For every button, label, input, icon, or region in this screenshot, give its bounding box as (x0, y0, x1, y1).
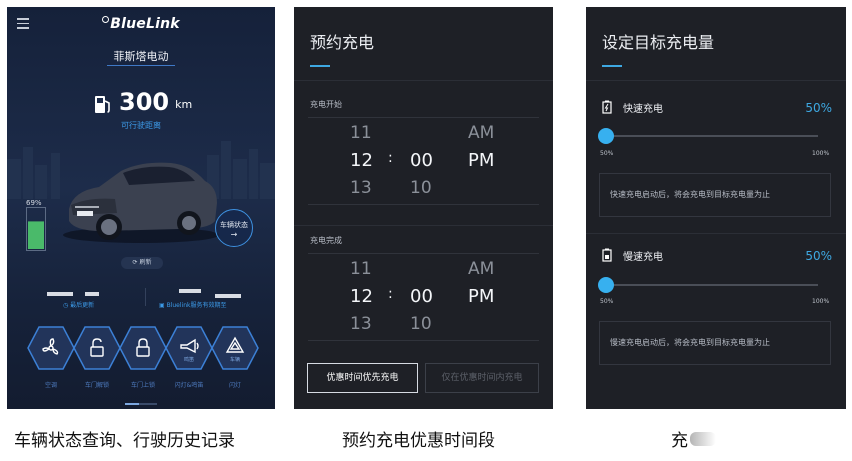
caption-scheduled-charging: 预约充电优惠时间段 (342, 431, 495, 451)
start-hour-next[interactable]: 13 (350, 178, 372, 198)
section-divider (294, 225, 553, 226)
vehicle-status-button[interactable]: 车辆状态 → (215, 209, 253, 247)
charge-end-time-picker[interactable]: 11 12 13 : 00 10 AM PM (308, 253, 539, 341)
slow-max-label: 100% (812, 298, 830, 305)
fast-min-label: 50% (600, 150, 614, 157)
vehicle-name[interactable]: 菲斯塔电动 (7, 48, 275, 64)
horn-icon[interactable]: 鸣笛 (165, 325, 213, 371)
calendar-icon: ▣ (159, 302, 167, 309)
ac-label: 空调 (44, 382, 57, 389)
start-minute-next[interactable]: 10 (410, 178, 432, 198)
end-pm-selected[interactable]: PM (468, 286, 494, 307)
slow-charge-slider-thumb[interactable] (598, 277, 614, 293)
vehicle-name-underline (107, 65, 175, 66)
start-minute-selected[interactable]: 00 (410, 150, 433, 171)
start-am[interactable]: AM (468, 123, 494, 143)
page-title: 设定目标充电量 (602, 33, 715, 52)
remote-control-row: 鸣笛 车辆 (27, 325, 259, 371)
start-pm-selected[interactable]: PM (468, 150, 494, 171)
hazard-icon[interactable]: 车辆 (211, 325, 259, 371)
charge-start-time-picker[interactable]: 11 12 13 : 00 10 AM PM (308, 117, 539, 205)
svg-text:车辆: 车辆 (230, 356, 240, 363)
header-divider (586, 80, 846, 81)
page-title: 预约充电 (310, 33, 375, 52)
service-expiry-label: ▣ Bluelink服务有效期至 (159, 302, 227, 309)
header-divider (294, 80, 553, 81)
caption-vehicle-status: 车辆状态查询、行驶历史记录 (14, 431, 235, 451)
end-minute-next[interactable]: 10 (410, 314, 432, 334)
slow-charge-slider-track[interactable] (606, 284, 818, 286)
fast-charge-percent: 50% (805, 101, 832, 115)
info-divider (145, 288, 146, 306)
end-am[interactable]: AM (468, 259, 494, 279)
battery-gauge (26, 207, 46, 251)
end-hour-selected[interactable]: 12 (350, 286, 373, 307)
redacted-date (47, 292, 73, 296)
end-minute-selected[interactable]: 00 (410, 286, 433, 307)
slow-min-label: 50% (600, 298, 614, 305)
fast-charge-note: 快速充电启动后，将会充电到目标充电量为止 (599, 173, 831, 217)
range-display: 300 km (93, 87, 192, 115)
unlock-icon[interactable] (73, 325, 121, 371)
redacted-time (85, 292, 99, 296)
arrow-right-icon: → (230, 230, 238, 239)
start-hour-prev[interactable]: 11 (350, 123, 372, 143)
title-underline (310, 65, 330, 67)
range-value: 300 (119, 88, 170, 116)
fan-icon[interactable] (27, 325, 75, 371)
refresh-icon: ⟳ (132, 259, 138, 266)
end-hour-prev[interactable]: 11 (350, 259, 372, 279)
door-unlock-label: 车门解锁 (84, 382, 109, 389)
charge-start-label: 充电开始 (310, 100, 342, 109)
caption-target-charge: 充 (671, 431, 688, 451)
lock-icon[interactable] (119, 325, 167, 371)
refresh-button[interactable]: ⟳ 刷新 (121, 257, 163, 269)
bluelink-home-screen: BlueLink 菲斯塔电动 300 km 可行驶距离 69% 车辆状态 → ⟳… (7, 7, 275, 409)
door-lock-label: 车门上锁 (130, 382, 155, 389)
page-indicator (125, 403, 157, 405)
start-time-colon: : (388, 150, 393, 166)
svg-text:鸣笛: 鸣笛 (184, 356, 194, 363)
title-underline (602, 65, 622, 67)
flash-horn-label: 闪灯&鸣笛 (174, 382, 204, 389)
fuel-pump-icon (95, 96, 110, 113)
last-update-label: ◷ 最后更新 (63, 302, 95, 309)
fast-charge-icon (602, 100, 612, 114)
fast-max-label: 100% (812, 150, 830, 157)
off-peak-only-button[interactable]: 仅在优惠时间内充电 (425, 363, 539, 393)
scheduled-charging-screen: 预约充电 充电开始 11 12 13 : 00 10 AM PM 充电完成 11… (294, 7, 553, 409)
fast-charge-header: 快速充电 (600, 99, 663, 115)
target-charge-screen: 设定目标充电量 快速充电 50% 50% 100% 快速充电启动后，将会充电到目… (586, 7, 846, 409)
section-divider (586, 233, 846, 234)
blurred-caption-remainder (690, 432, 716, 446)
slow-charge-header: 慢速充电 (600, 247, 663, 263)
end-hour-next[interactable]: 13 (350, 314, 372, 334)
fast-charge-slider-thumb[interactable] (598, 128, 614, 144)
fast-charge-slider-track[interactable] (606, 135, 818, 137)
range-unit: km (175, 98, 193, 111)
redacted-expiry-date-2 (215, 294, 241, 298)
car-image (63, 162, 219, 243)
bluelink-logo: BlueLink (7, 16, 275, 32)
charge-end-label: 充电完成 (310, 236, 342, 245)
redacted-expiry-date (179, 289, 201, 293)
flash-label: 闪灯 (228, 382, 241, 389)
slow-charge-percent: 50% (805, 249, 832, 263)
off-peak-priority-button[interactable]: 优惠时间优先充电 (307, 363, 418, 393)
slow-charge-icon (602, 248, 612, 262)
slow-charge-note: 慢速充电启动后，将会充电到目标充电量为止 (599, 321, 831, 365)
start-hour-selected[interactable]: 12 (350, 150, 373, 171)
battery-percent: 69% (26, 199, 42, 207)
end-time-colon: : (388, 286, 393, 302)
